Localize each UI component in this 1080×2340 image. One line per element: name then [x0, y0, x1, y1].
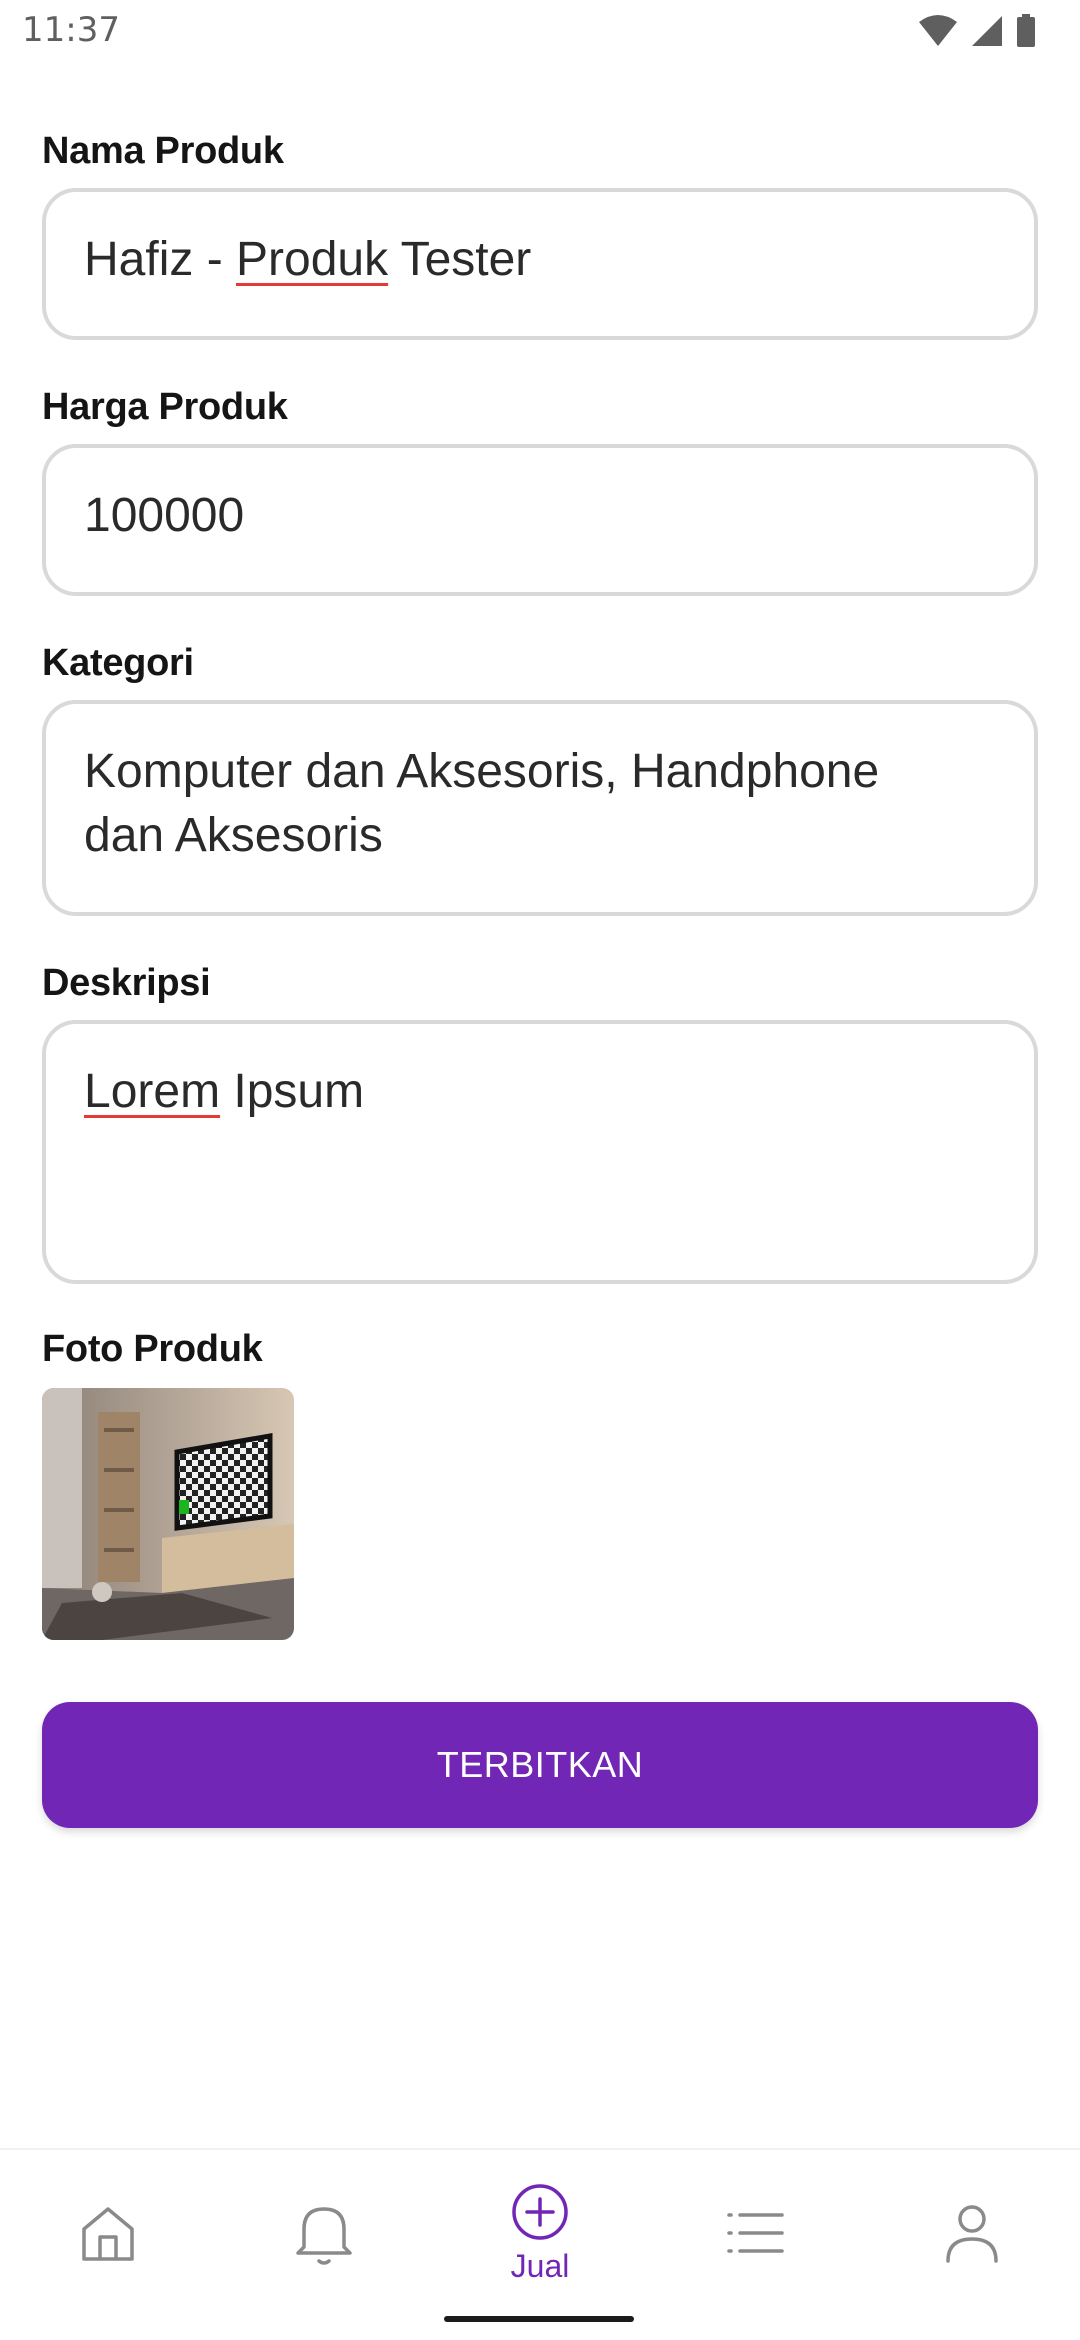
status-icons — [918, 14, 1036, 48]
product-photo-image — [42, 1388, 294, 1640]
category-value-line-2: dan Aksesoris — [84, 809, 383, 862]
plus-circle-icon — [512, 2183, 568, 2240]
product-name-value-prefix: Hafiz - — [84, 233, 237, 286]
user-icon — [946, 2205, 998, 2263]
home-icon — [82, 2207, 134, 2261]
nav-item-list[interactable] — [686, 2168, 826, 2298]
bell-icon — [296, 2207, 352, 2265]
home-indicator[interactable] — [444, 2316, 634, 2322]
description-value-suffix: Ipsum — [220, 1065, 365, 1118]
nav-item-account[interactable] — [902, 2168, 1042, 2298]
nav-item-home[interactable] — [38, 2168, 178, 2298]
product-name-value-misspelled: Produk — [236, 233, 389, 286]
wifi-icon — [919, 15, 957, 46]
battery-icon — [1017, 14, 1035, 47]
description-value-misspelled: Lorem — [84, 1065, 221, 1118]
product-price-label: Harga Produk — [42, 386, 288, 428]
bottom-nav: Jual — [0, 2148, 1080, 2340]
category-label: Kategori — [42, 642, 194, 684]
product-name-value-suffix: Tester — [388, 233, 532, 286]
category-value-line-1: Komputer dan Aksesoris, Handphone — [84, 745, 880, 798]
category-input[interactable]: Komputer dan Aksesoris, Handphone dan Ak… — [42, 700, 1038, 916]
product-name-label: Nama Produk — [42, 130, 284, 172]
description-input[interactable]: Lorem Ipsum — [42, 1020, 1038, 1284]
publish-button[interactable]: TERBITKAN — [42, 1702, 1038, 1828]
photo-label: Foto Produk — [42, 1328, 263, 1370]
nav-item-notifications[interactable] — [254, 2168, 394, 2298]
description-label: Deskripsi — [42, 962, 211, 1004]
product-photo[interactable] — [42, 1388, 294, 1640]
signal-icon — [972, 16, 1002, 46]
status-time: 11:37 — [22, 10, 120, 50]
product-price-input[interactable]: 100000 — [42, 444, 1038, 596]
nav-item-sell[interactable]: Jual — [470, 2168, 610, 2298]
list-icon — [727, 2213, 784, 2253]
product-price-value: 100000 — [84, 489, 245, 542]
status-bar: 11:37 — [0, 0, 1080, 64]
nav-item-sell-label: Jual — [510, 2247, 570, 2284]
product-name-input[interactable]: Hafiz - Produk Tester — [42, 188, 1038, 340]
